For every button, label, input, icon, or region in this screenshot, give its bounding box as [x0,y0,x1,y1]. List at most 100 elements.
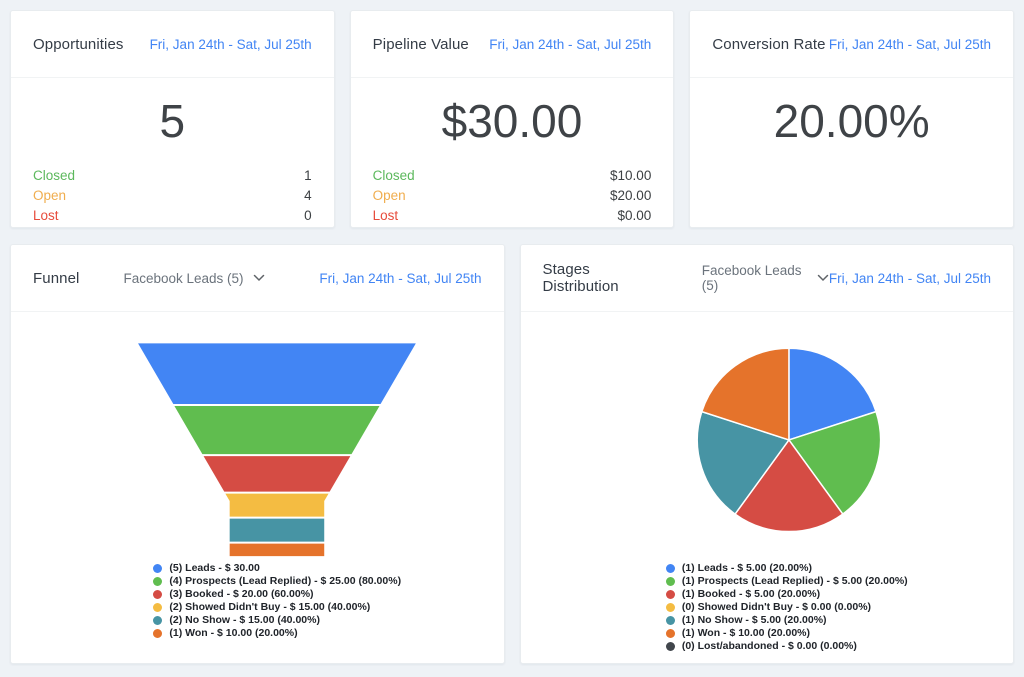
legend-color-dot [666,564,675,573]
funnel-segment[interactable] [204,456,351,492]
legend-label: (1) Prospects (Lead Replied) - $ 5.00 (2… [682,575,908,588]
legend-item: (5) Leads - $ 30.00 [153,562,401,575]
legend-item: (3) Booked - $ 20.00 (60.00%) [153,588,401,601]
legend-item: (0) Showed Didn't Buy - $ 0.00 (0.00%) [666,601,908,614]
kpi-row: Opportunities Fri, Jan 24th - Sat, Jul 2… [10,10,1014,228]
funnel-segment[interactable] [138,343,416,404]
pipeline-value-card: Pipeline Value Fri, Jan 24th - Sat, Jul … [350,10,675,228]
legend-label: (1) Leads - $ 5.00 (20.00%) [682,562,812,575]
stat-row: Closed1 [33,166,312,186]
stat-label: Closed [33,166,75,186]
stages-legend: (1) Leads - $ 5.00 (20.00%)(1) Prospects… [666,562,908,653]
legend-color-dot [666,603,675,612]
pipeline-card-title: Pipeline Value [373,36,469,53]
legend-label: (2) Showed Didn't Buy - $ 15.00 (40.00%) [169,601,370,614]
stat-value: $10.00 [610,166,651,186]
chevron-down-icon [253,274,265,282]
conversion-total: 20.00% [690,94,1013,148]
legend-item: (1) Won - $ 10.00 (20.00%) [153,627,401,640]
stat-value: 4 [304,186,312,206]
legend-item: (4) Prospects (Lead Replied) - $ 25.00 (… [153,575,401,588]
stat-row: Closed $10.00 [373,166,652,186]
stat-label: Open [33,186,66,206]
stat-row: Lost 0 [33,206,312,226]
legend-color-dot [666,629,675,638]
opportunities-card-header: Opportunities Fri, Jan 24th - Sat, Jul 2… [11,11,334,78]
legend-label: (0) Showed Didn't Buy - $ 0.00 (0.00%) [682,601,871,614]
legend-color-dot [666,577,675,586]
stat-value: $0.00 [618,206,652,226]
legend-color-dot [666,616,675,625]
stat-label: Lost [373,206,399,226]
legend-label: (1) No Show - $ 5.00 (20.00%) [682,614,827,627]
funnel-card-title: Funnel [33,270,79,287]
pipeline-card-header: Pipeline Value Fri, Jan 24th - Sat, Jul … [351,11,674,78]
stat-row: Lost $0.00 [373,206,652,226]
legend-color-dot [153,590,162,599]
chevron-down-icon [817,274,829,282]
legend-item: (1) Leads - $ 5.00 (20.00%) [666,562,908,575]
legend-item: (1) Won - $ 10.00 (20.00%) [666,627,908,640]
pie-chart [521,312,1014,558]
funnel-chart [11,312,504,558]
charts-row: Funnel Facebook Leads (5) Fri, Jan 24th … [10,244,1014,664]
legend-label: (1) Booked - $ 5.00 (20.00%) [682,588,820,601]
date-range-filter[interactable]: Fri, Jan 24th - Sat, Jul 25th [489,37,651,52]
legend-item: (1) No Show - $ 5.00 (20.00%) [666,614,908,627]
funnel-legend: (5) Leads - $ 30.00(4) Prospects (Lead R… [153,562,401,640]
stages-card-header: Stages Distribution Facebook Leads (5) F… [521,245,1014,312]
stages-pipeline-select[interactable]: Facebook Leads (5) [702,263,829,293]
funnel-segment[interactable] [230,519,325,542]
pipeline-stats: Closed $10.00 Open $20.00 Lost $0.00 [351,166,674,226]
legend-item: (0) Lost/abandoned - $ 0.00 (0.00%) [666,640,908,653]
legend-label: (0) Lost/abandoned - $ 0.00 (0.00%) [682,640,857,653]
stat-row: Open $20.00 [373,186,652,206]
opportunities-total: 5 [11,94,334,148]
stat-value: 0 [304,206,312,226]
legend-item: (2) Showed Didn't Buy - $ 15.00 (40.00%) [153,601,401,614]
pipeline-total: $30.00 [351,94,674,148]
legend-item: (1) Booked - $ 5.00 (20.00%) [666,588,908,601]
funnel-pipeline-select-label: Facebook Leads (5) [123,271,243,286]
date-range-filter[interactable]: Fri, Jan 24th - Sat, Jul 25th [319,271,481,286]
stat-label: Closed [373,166,415,186]
legend-item: (1) Prospects (Lead Replied) - $ 5.00 (2… [666,575,908,588]
funnel-segment[interactable] [230,544,325,557]
legend-label: (1) Won - $ 10.00 (20.00%) [169,627,297,640]
stages-pipeline-select-label: Facebook Leads (5) [702,263,808,293]
stat-row: Open 4 [33,186,312,206]
legend-color-dot [153,603,162,612]
stages-card-title: Stages Distribution [543,261,658,295]
legend-item: (2) No Show - $ 15.00 (40.00%) [153,614,401,627]
stat-label: Open [373,186,406,206]
legend-label: (2) No Show - $ 15.00 (40.00%) [169,614,320,627]
opportunities-card: Opportunities Fri, Jan 24th - Sat, Jul 2… [10,10,335,228]
opportunities-card-title: Opportunities [33,36,124,53]
date-range-filter[interactable]: Fri, Jan 24th - Sat, Jul 25th [829,37,991,52]
dashboard-page: Opportunities Fri, Jan 24th - Sat, Jul 2… [0,0,1024,674]
date-range-filter[interactable]: Fri, Jan 24th - Sat, Jul 25th [829,271,991,286]
conversion-rate-card: Conversion Rate Fri, Jan 24th - Sat, Jul… [689,10,1014,228]
pie-chart-svg [521,312,1014,558]
date-range-filter[interactable]: Fri, Jan 24th - Sat, Jul 25th [150,37,312,52]
stat-label: Lost [33,206,59,226]
funnel-card-header: Funnel Facebook Leads (5) Fri, Jan 24th … [11,245,504,312]
funnel-segment[interactable] [225,494,328,517]
stages-distribution-card: Stages Distribution Facebook Leads (5) F… [520,244,1015,664]
stat-value: $20.00 [610,186,651,206]
legend-label: (5) Leads - $ 30.00 [169,562,259,575]
funnel-segment[interactable] [174,406,379,454]
conversion-card-title: Conversion Rate [712,36,825,53]
legend-color-dot [153,616,162,625]
funnel-card: Funnel Facebook Leads (5) Fri, Jan 24th … [10,244,505,664]
legend-label: (4) Prospects (Lead Replied) - $ 25.00 (… [169,575,401,588]
funnel-chart-svg [11,312,504,558]
legend-color-dot [153,629,162,638]
legend-color-dot [153,564,162,573]
legend-color-dot [666,590,675,599]
opportunities-stats: Closed1Open 4 Lost 0 [11,166,334,226]
legend-label: (3) Booked - $ 20.00 (60.00%) [169,588,313,601]
legend-label: (1) Won - $ 10.00 (20.00%) [682,627,810,640]
legend-color-dot [153,577,162,586]
funnel-pipeline-select[interactable]: Facebook Leads (5) [123,271,264,286]
